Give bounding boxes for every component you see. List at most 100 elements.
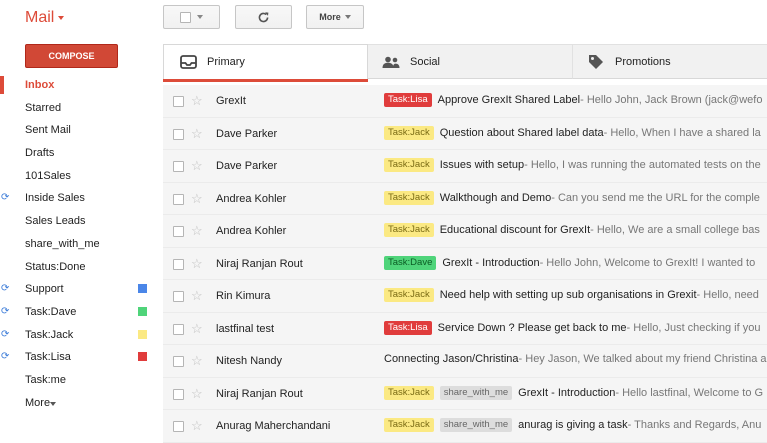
email-label-badge[interactable]: Task:Lisa xyxy=(384,320,432,335)
email-checkbox[interactable] xyxy=(173,161,184,172)
email-checkbox[interactable] xyxy=(173,258,184,270)
email-subject: GrexIt - Introduction xyxy=(442,256,540,269)
sidebar-item-inbox[interactable]: Inbox xyxy=(0,74,160,97)
sidebar-item-task-me[interactable]: Task:me xyxy=(0,369,160,392)
email-checkbox[interactable] xyxy=(173,226,184,237)
email-label-badge[interactable]: share_with_me xyxy=(439,385,513,400)
star-icon[interactable]: ☆ xyxy=(191,321,203,337)
email-label-badge[interactable]: share_with_me xyxy=(439,418,513,432)
email-label-badge[interactable]: Task:Jack xyxy=(384,223,434,237)
label-color-swatch[interactable] xyxy=(138,352,147,362)
star-icon[interactable]: ☆ xyxy=(191,126,203,142)
email-content: Task:Jack Educational discount for GrexIt… xyxy=(384,223,760,237)
email-content: Task:Lisa Approve GrexIt Shared Label - H… xyxy=(384,93,762,107)
email-row[interactable]: ☆ Niraj Ranjan Rout Task:Jack share_with_me… xyxy=(163,377,767,410)
sidebar-item-more[interactable]: More xyxy=(0,392,160,415)
more-button[interactable]: More xyxy=(306,5,364,29)
sidebar-item-label: Task:me xyxy=(25,373,66,386)
sidebar-item-sales-leads[interactable]: Sales Leads xyxy=(0,210,160,233)
email-subject: Connecting Jason/Christina xyxy=(384,353,519,365)
email-subject: Question about Shared label data xyxy=(439,126,604,139)
email-checkbox[interactable] xyxy=(173,128,184,140)
email-content: Task:Jack Walkthough and Demo - Can you s… xyxy=(384,190,760,205)
tab-primary-label: Primary xyxy=(207,56,245,68)
email-checkbox[interactable] xyxy=(173,356,184,367)
email-label-badge[interactable]: Task:Jack xyxy=(384,158,434,172)
sidebar-item-task-jack[interactable]: ⟳ Task:Jack xyxy=(0,324,160,347)
inbox-icon xyxy=(179,55,197,69)
email-list: ☆ GrexIt Task:Lisa Approve GrexIt Shared La… xyxy=(163,85,767,443)
email-label-badge[interactable]: Task:Jack xyxy=(384,418,434,432)
email-subject: anurag is giving a task xyxy=(518,419,628,431)
mail-title: Mail xyxy=(25,9,55,26)
sidebar-item-share-with-me[interactable]: share_with_me xyxy=(0,233,160,256)
email-label-badge[interactable]: Task:Dave xyxy=(384,255,437,270)
email-checkbox[interactable] xyxy=(173,291,184,302)
email-label-badge[interactable]: Task:Lisa xyxy=(384,93,432,107)
email-row[interactable]: ☆ Dave Parker Task:Jack Question about Shar… xyxy=(163,117,767,150)
compose-button[interactable]: COMPOSE xyxy=(25,44,118,68)
sidebar-item-task-dave[interactable]: ⟳ Task:Dave xyxy=(0,301,160,324)
sidebar-item-drafts[interactable]: Drafts xyxy=(0,142,160,165)
email-row[interactable]: ☆ Andrea Kohler Task:Jack Educational disco… xyxy=(163,215,767,248)
email-row[interactable]: ☆ GrexIt Task:Lisa Approve GrexIt Shared La… xyxy=(163,85,767,118)
email-sender: Dave Parker xyxy=(216,127,278,140)
tab-promotions[interactable]: Promotions xyxy=(573,44,767,79)
tab-social[interactable]: Social xyxy=(368,44,573,79)
label-color-swatch[interactable] xyxy=(138,329,147,339)
email-sender: Niraj Ranjan Rout xyxy=(216,387,303,400)
compose-label: COMPOSE xyxy=(48,51,95,61)
sidebar-item-starred[interactable]: Starred xyxy=(0,97,160,120)
email-row[interactable]: ☆ Niraj Ranjan Rout Task:Dave GrexIt - Intr… xyxy=(163,247,767,280)
email-snippet: - Hello, I was running the automated tes… xyxy=(524,159,761,171)
sidebar-item-status-done[interactable]: Status:Done xyxy=(0,256,160,279)
email-subject: Educational discount for GrexIt xyxy=(439,224,591,236)
email-row[interactable]: ☆ Anurag Maherchandani Task:Jack share_with… xyxy=(163,410,767,443)
email-checkbox[interactable] xyxy=(173,388,184,400)
tab-social-label: Social xyxy=(410,55,440,68)
star-icon[interactable]: ☆ xyxy=(191,256,203,272)
star-icon[interactable]: ☆ xyxy=(191,386,203,402)
label-color-swatch[interactable] xyxy=(138,306,147,316)
email-row[interactable]: ☆ Andrea Kohler Task:Jack Walkthough and De… xyxy=(163,182,767,215)
sidebar-item-inside-sales[interactable]: ⟳ Inside Sales xyxy=(0,187,160,210)
sidebar-item-label: 101Sales xyxy=(25,169,71,182)
email-row[interactable]: ☆ Rin Kimura Task:Jack Need help with setti… xyxy=(163,280,767,313)
sidebar: Inbox Starred Sent Mail Drafts 101Sales ⟳ Insi… xyxy=(0,74,160,414)
email-row[interactable]: ☆ lastfinal test Task:Lisa Service Down ? P… xyxy=(163,312,767,345)
email-label-badge[interactable]: Task:Jack xyxy=(384,125,434,140)
email-row[interactable]: ☆ Nitesh Nandy Connecting Jason/Christina … xyxy=(163,345,767,378)
email-checkbox[interactable] xyxy=(173,323,184,335)
star-icon[interactable]: ☆ xyxy=(191,353,203,369)
star-icon[interactable]: ☆ xyxy=(191,93,203,109)
refresh-button[interactable] xyxy=(235,5,292,29)
select-all-button[interactable] xyxy=(163,5,220,29)
email-sender: Anurag Maherchandani xyxy=(216,420,331,432)
sidebar-item-support[interactable]: ⟳ Support xyxy=(0,278,160,301)
star-icon[interactable]: ☆ xyxy=(191,223,203,239)
tab-primary[interactable]: Primary xyxy=(163,44,368,79)
email-checkbox[interactable] xyxy=(173,96,184,107)
sidebar-item-sent-mail[interactable]: Sent Mail xyxy=(0,119,160,142)
email-snippet: - Hello John, Welcome to GrexIt! I wante… xyxy=(539,256,756,269)
email-snippet: - Hello, When I have a shared la xyxy=(603,126,761,139)
email-subject: Approve GrexIt Shared Label xyxy=(437,94,581,106)
email-checkbox[interactable] xyxy=(173,193,184,205)
label-color-swatch[interactable] xyxy=(138,284,147,294)
star-icon[interactable]: ☆ xyxy=(191,158,203,174)
star-icon[interactable]: ☆ xyxy=(191,288,203,304)
email-label-badge[interactable]: Task:Jack xyxy=(384,190,434,205)
email-label-badge[interactable]: Task:Jack xyxy=(384,288,434,302)
star-icon[interactable]: ☆ xyxy=(191,418,203,434)
email-content: Task:Jack Question about Shared label dat… xyxy=(384,125,761,140)
sidebar-item-101sales[interactable]: 101Sales xyxy=(0,165,160,188)
email-row[interactable]: ☆ Dave Parker Task:Jack Issues with setup -… xyxy=(163,150,767,183)
mail-menu[interactable]: Mail xyxy=(25,9,65,27)
sidebar-item-task-lisa[interactable]: ⟳ Task:Lisa xyxy=(0,346,160,369)
email-label-badge[interactable]: Task:Jack xyxy=(384,385,434,400)
email-snippet: - Hello, We are a small college bas xyxy=(590,224,760,236)
star-icon[interactable]: ☆ xyxy=(191,191,203,207)
email-content: Task:Jack share_with_me anurag is giving a… xyxy=(384,418,761,432)
primary-tab-indicator xyxy=(163,79,368,82)
tag-icon xyxy=(587,54,605,70)
